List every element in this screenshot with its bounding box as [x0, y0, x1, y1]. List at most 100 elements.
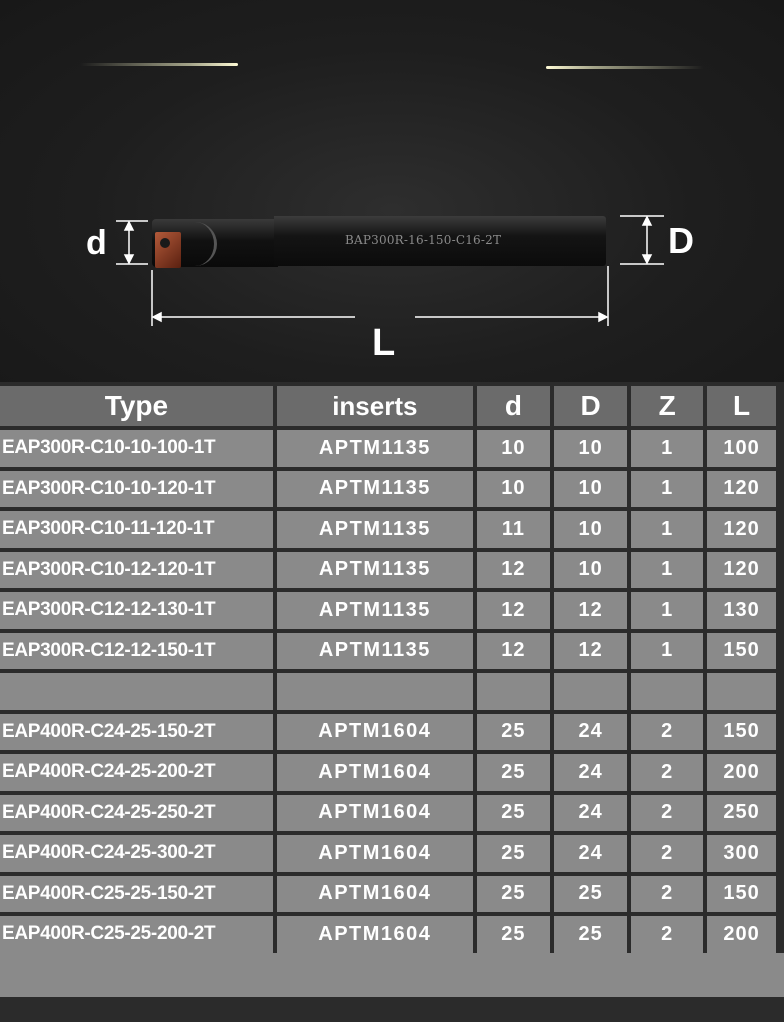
- cell-d: 25: [476, 713, 550, 750]
- cell-D: 10: [554, 430, 628, 467]
- cell-inserts: APTM1604: [276, 875, 473, 912]
- table-row: EAP300R-C10-10-100-1T APTM1135 10 10 1 1…: [0, 430, 776, 467]
- dimension-label-d: d: [86, 224, 107, 262]
- cell-D: 24: [554, 794, 628, 831]
- cell-inserts: APTM1604: [276, 713, 473, 750]
- table-header-row: Type inserts d D Z L: [0, 386, 776, 426]
- table-row-spacer: [0, 673, 776, 710]
- header-D: D: [554, 386, 628, 426]
- cell-d: 10: [476, 430, 550, 467]
- cell-z: 2: [631, 875, 704, 912]
- cell-d: 12: [476, 592, 550, 629]
- cell-z: 1: [631, 511, 704, 548]
- cell-d: 12: [476, 551, 550, 588]
- cell-L: 150: [707, 713, 776, 750]
- cell-inserts: APTM1135: [276, 551, 473, 588]
- table-row: EAP400R-C25-25-150-2T APTM1604 25 25 2 1…: [0, 875, 776, 912]
- cell-D: 12: [554, 592, 628, 629]
- table-row: EAP300R-C10-12-120-1T APTM1135 12 10 1 1…: [0, 551, 776, 588]
- header-d: d: [476, 386, 550, 426]
- table-row: EAP300R-C12-12-130-1T APTM1135 12 12 1 1…: [0, 592, 776, 629]
- cell-inserts: APTM1135: [276, 430, 473, 467]
- header-L: L: [707, 386, 776, 426]
- cell-z: 2: [631, 835, 704, 872]
- cell-type: EAP300R-C10-10-120-1T: [0, 470, 273, 507]
- cell-type: EAP400R-C24-25-200-2T: [0, 754, 273, 791]
- cell-inserts: APTM1135: [276, 632, 473, 669]
- cell-D: 24: [554, 754, 628, 791]
- cell-D: 10: [554, 470, 628, 507]
- cell-L: 120: [707, 551, 776, 588]
- cell-inserts: [276, 673, 473, 710]
- cell-L: 130: [707, 592, 776, 629]
- cell-L: 150: [707, 875, 776, 912]
- cell-z: 2: [631, 916, 704, 953]
- cell-type: [0, 673, 273, 710]
- cell-z: 2: [631, 713, 704, 750]
- cell-L: 120: [707, 470, 776, 507]
- cell-L: 250: [707, 794, 776, 831]
- dimension-label-L: L: [372, 322, 396, 364]
- cell-D: 25: [554, 875, 628, 912]
- cell-d: 25: [476, 794, 550, 831]
- table-row: EAP400R-C24-25-250-2T APTM1604 25 24 2 2…: [0, 794, 776, 831]
- cell-type: EAP400R-C25-25-150-2T: [0, 875, 273, 912]
- cell-L: 100: [707, 430, 776, 467]
- header-type: Type: [0, 386, 273, 426]
- table-row: EAP300R-C12-12-150-1T APTM1135 12 12 1 1…: [0, 632, 776, 669]
- cell-D: 24: [554, 835, 628, 872]
- cell-D: 24: [554, 713, 628, 750]
- cell-d: 12: [476, 632, 550, 669]
- cell-z: 1: [631, 430, 704, 467]
- cell-d: [476, 673, 550, 710]
- cell-z: 1: [631, 470, 704, 507]
- cell-type: EAP400R-C24-25-300-2T: [0, 835, 273, 872]
- cell-z: 1: [631, 632, 704, 669]
- cell-type: EAP400R-C24-25-250-2T: [0, 794, 273, 831]
- cell-inserts: APTM1135: [276, 511, 473, 548]
- cell-z: 2: [631, 754, 704, 791]
- cell-inserts: APTM1604: [276, 754, 473, 791]
- cell-D: 12: [554, 632, 628, 669]
- cell-D: 10: [554, 511, 628, 548]
- dimension-label-D: D: [668, 220, 694, 261]
- cell-z: 1: [631, 592, 704, 629]
- cell-z: 1: [631, 551, 704, 588]
- cell-L: 120: [707, 511, 776, 548]
- table-row: EAP300R-C10-10-120-1T APTM1135 10 10 1 1…: [0, 470, 776, 507]
- cell-inserts: APTM1604: [276, 794, 473, 831]
- cell-d: 25: [476, 875, 550, 912]
- cell-L: [707, 673, 776, 710]
- cell-L: 200: [707, 916, 776, 953]
- cell-D: 25: [554, 916, 628, 953]
- cell-inserts: APTM1135: [276, 592, 473, 629]
- cell-d: 25: [476, 916, 550, 953]
- cell-d: 11: [476, 511, 550, 548]
- table-row: EAP400R-C25-25-200-2T APTM1604 25 25 2 2…: [0, 916, 776, 953]
- cell-L: 200: [707, 754, 776, 791]
- header-inserts: inserts: [276, 386, 473, 426]
- cell-inserts: APTM1604: [276, 916, 473, 953]
- cell-type: EAP400R-C25-25-200-2T: [0, 916, 273, 953]
- cell-D: 10: [554, 551, 628, 588]
- spec-table-section: Type inserts d D Z L EAP300R-C10-10-100-…: [0, 382, 784, 1022]
- cell-type: EAP300R-C10-11-120-1T: [0, 511, 273, 548]
- table-row: EAP400R-C24-25-200-2T APTM1604 25 24 2 2…: [0, 754, 776, 791]
- cell-type: EAP300R-C10-12-120-1T: [0, 551, 273, 588]
- cell-d: 25: [476, 835, 550, 872]
- table-footer-bar: [0, 953, 784, 997]
- cell-inserts: APTM1604: [276, 835, 473, 872]
- cell-z: [631, 673, 704, 710]
- cell-z: 2: [631, 794, 704, 831]
- cell-L: 150: [707, 632, 776, 669]
- product-hero: BAP300R-16-150-C16-2T d D L: [0, 0, 784, 382]
- cell-type: EAP400R-C24-25-150-2T: [0, 713, 273, 750]
- header-z: Z: [631, 386, 704, 426]
- cell-type: EAP300R-C10-10-100-1T: [0, 430, 273, 467]
- table-row: EAP400R-C24-25-300-2T APTM1604 25 24 2 3…: [0, 835, 776, 872]
- cell-type: EAP300R-C12-12-150-1T: [0, 632, 273, 669]
- cell-inserts: APTM1135: [276, 470, 473, 507]
- cell-d: 25: [476, 754, 550, 791]
- cell-D: [554, 673, 628, 710]
- cell-type: EAP300R-C12-12-130-1T: [0, 592, 273, 629]
